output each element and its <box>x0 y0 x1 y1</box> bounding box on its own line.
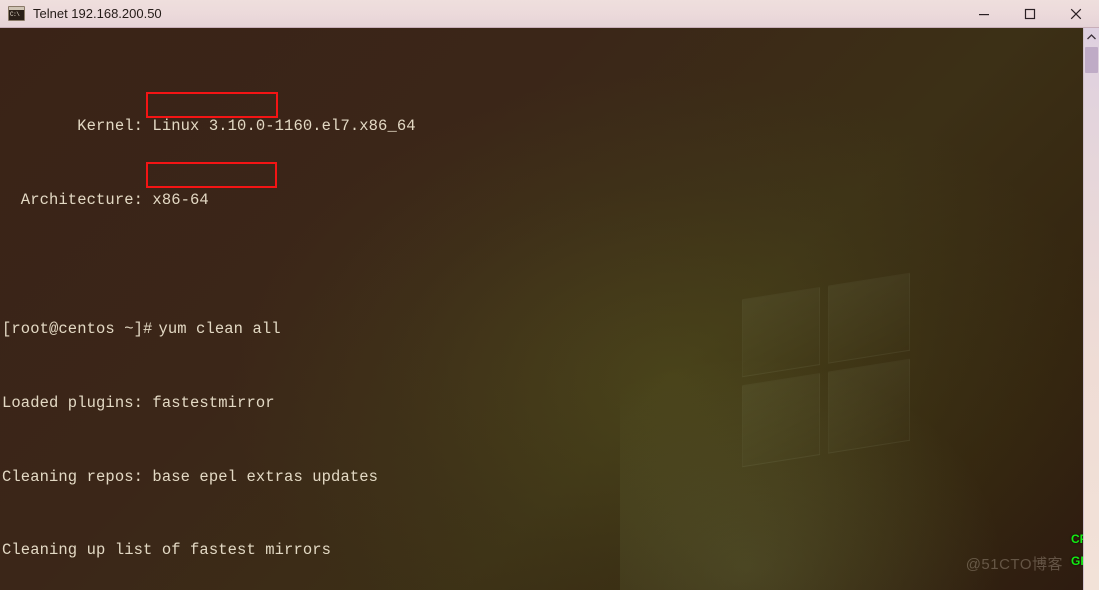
site-watermark: @51CTO博客 <box>965 556 1063 573</box>
telnet-window: Telnet 192.168.200.50 <box>0 0 1099 590</box>
window-titlebar[interactable]: Telnet 192.168.200.50 <box>0 0 1099 28</box>
clean-output-line: Loaded plugins: fastestmirror <box>2 393 275 412</box>
maximize-icon <box>1024 8 1036 19</box>
chevron-up-icon <box>1087 33 1096 39</box>
close-button[interactable] <box>1053 0 1099 27</box>
terminal-surface[interactable]: Kernel: Linux 3.10.0-1160.el7.x86_64 Arc… <box>0 28 1083 590</box>
terminal-output: Kernel: Linux 3.10.0-1160.el7.x86_64 Arc… <box>0 28 1083 590</box>
terminal-line: Kernel: Linux 3.10.0-1160.el7.x86_64 <box>0 114 1083 139</box>
minimize-button[interactable] <box>961 0 1007 27</box>
clean-output-line: Cleaning up list of fastest mirrors <box>2 541 332 560</box>
console-icon <box>8 6 25 21</box>
close-icon <box>1070 8 1082 19</box>
clean-output-line: Cleaning repos: base epel extras updates <box>2 467 379 486</box>
kernel-line: Kernel: Linux 3.10.0-1160.el7.x86_64 <box>2 117 416 136</box>
scrollbar-thumb[interactable] <box>1085 47 1098 73</box>
terminal-line: Architecture: x86-64 <box>0 191 1083 225</box>
minimize-icon <box>979 13 989 15</box>
prompt-text: [root@centos ~]# <box>2 320 153 339</box>
terminal-line: Loaded plugins: fastestmirror <box>0 391 1083 416</box>
terminal-line-prompt-clean: [root@centos ~]# yum clean all <box>0 317 1083 342</box>
command-yum-clean-all: yum clean all <box>158 320 281 339</box>
architecture-line: Architecture: x86-64 <box>2 191 209 210</box>
vertical-scrollbar[interactable] <box>1083 28 1099 590</box>
terminal-line: Cleaning up list of fastest mirrors <box>0 538 1083 563</box>
terminal-line: Cleaning repos: base epel extras updates <box>0 465 1083 490</box>
window-title: Telnet 192.168.200.50 <box>33 6 162 21</box>
window-controls <box>961 0 1099 27</box>
maximize-button[interactable] <box>1007 0 1053 27</box>
scroll-up-button[interactable] <box>1084 28 1099 45</box>
